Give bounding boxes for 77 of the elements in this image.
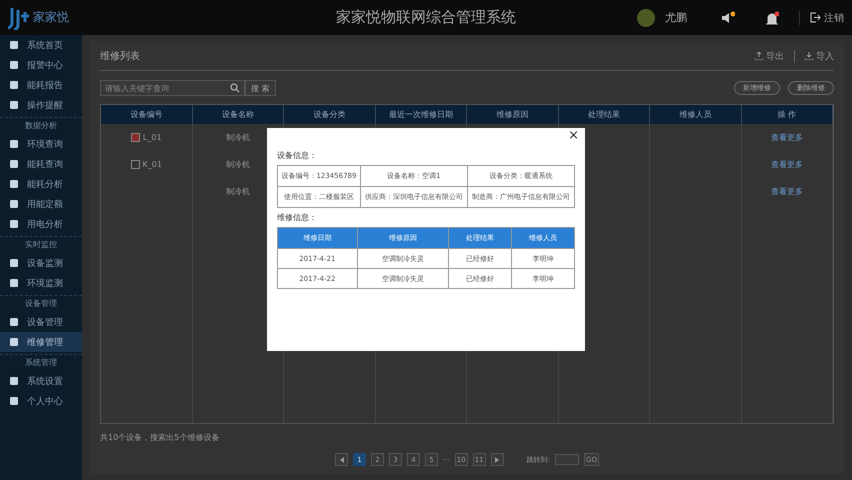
square-icon: [9, 219, 19, 229]
column-header: 处理结果: [558, 105, 650, 124]
checkbox[interactable]: [130, 133, 140, 142]
sidebar-section-label: 系统管理: [0, 354, 82, 371]
square-icon: [9, 199, 19, 209]
logo-icon: [8, 6, 30, 30]
square-icon: [9, 317, 19, 327]
export-link[interactable]: 导出: [755, 50, 784, 62]
sidebar-item[interactable]: 能耗报告: [0, 75, 82, 95]
table-cell: 制冷机: [226, 132, 250, 143]
square-icon: [9, 376, 19, 386]
sidebar-item[interactable]: 设备监测: [0, 253, 82, 273]
sidebar-item[interactable]: 环境查询: [0, 134, 82, 154]
avatar-icon: [637, 8, 655, 26]
view-more-link[interactable]: 查看更多: [770, 132, 803, 143]
square-icon: [9, 139, 19, 149]
square-icon: [9, 100, 19, 110]
sidebar-item[interactable]: 设备管理: [0, 312, 82, 332]
table-cell: L_01: [142, 133, 162, 142]
table-cell: K_01: [142, 160, 162, 169]
table-cell: 制冷机: [226, 186, 250, 197]
next-page-button[interactable]: [490, 453, 504, 466]
previous-page-button[interactable]: [335, 453, 348, 466]
sidebar-item[interactable]: 个人中心: [0, 391, 82, 411]
square-icon: [9, 159, 19, 169]
column-header: 设备分类: [284, 105, 376, 124]
logout-icon: [810, 12, 821, 23]
sidebar-item[interactable]: 系统设置: [0, 371, 82, 391]
right-triangle-icon: [494, 456, 500, 462]
summary-text: 共10个设备，搜索出5个维修设备: [100, 432, 220, 443]
sidebar-item[interactable]: 操作提醒: [0, 95, 82, 115]
sidebar-item[interactable]: 用电分析: [0, 214, 82, 234]
sidebar-section-label: 设备管理: [0, 295, 82, 312]
import-link[interactable]: 导入: [794, 50, 834, 62]
square-icon: [9, 396, 19, 406]
sidebar-item[interactable]: 报警中心: [0, 55, 82, 75]
search-button[interactable]: 搜 索: [245, 80, 276, 96]
logout-link[interactable]: 注销: [799, 10, 844, 24]
column-header: 设备名称: [192, 105, 284, 124]
column-header: 设备编号: [101, 105, 192, 124]
square-icon: [9, 40, 19, 50]
square-icon: [9, 80, 19, 90]
download-icon: [805, 52, 813, 60]
sidebar-section-label: 实时监控: [0, 236, 82, 253]
column-header: 维修原因: [467, 105, 558, 124]
square-icon: [9, 258, 19, 268]
sidebar-item[interactable]: 环境监测: [0, 273, 82, 293]
app-title: 家家悦物联网综合管理系统: [336, 8, 516, 27]
search-field[interactable]: 请输入关键字查询: [100, 80, 245, 96]
table-cell: 制冷机: [226, 159, 250, 170]
column-header: 最近一次维修日期: [376, 105, 467, 124]
section-title: 设备信息：: [277, 150, 318, 161]
column-header: 维修人员: [650, 105, 742, 124]
sidebar-item[interactable]: 维修管理: [0, 332, 82, 352]
square-icon: [9, 337, 19, 347]
user-name[interactable]: 尤鹏: [665, 10, 687, 25]
left-triangle-icon: [338, 456, 344, 462]
sidebar-item[interactable]: 能耗分析: [0, 174, 82, 194]
sidebar-item[interactable]: 系统首页: [0, 35, 82, 55]
sidebar-item[interactable]: 用能定额: [0, 194, 82, 214]
square-icon: [9, 278, 19, 288]
upload-icon: [755, 52, 763, 60]
panel-title: 维修列表: [100, 50, 140, 63]
square-icon: [9, 60, 19, 70]
close-button[interactable]: ×: [568, 128, 579, 143]
sidebar-section-label: 数据分析: [0, 117, 82, 134]
search-icon: [230, 83, 240, 93]
logo-text: 家家悦: [33, 9, 69, 26]
checkbox[interactable]: [130, 160, 140, 169]
search-input[interactable]: 请输入关键字查询: [105, 84, 230, 92]
view-more-link[interactable]: 查看更多: [770, 159, 803, 170]
section-title: 维修信息：: [277, 212, 318, 223]
page-input[interactable]: [555, 454, 580, 465]
view-more-link[interactable]: 查看更多: [770, 186, 803, 197]
column-header: 操 作: [742, 105, 833, 124]
sidebar-item[interactable]: 能耗查询: [0, 154, 82, 174]
square-icon: [9, 179, 19, 189]
